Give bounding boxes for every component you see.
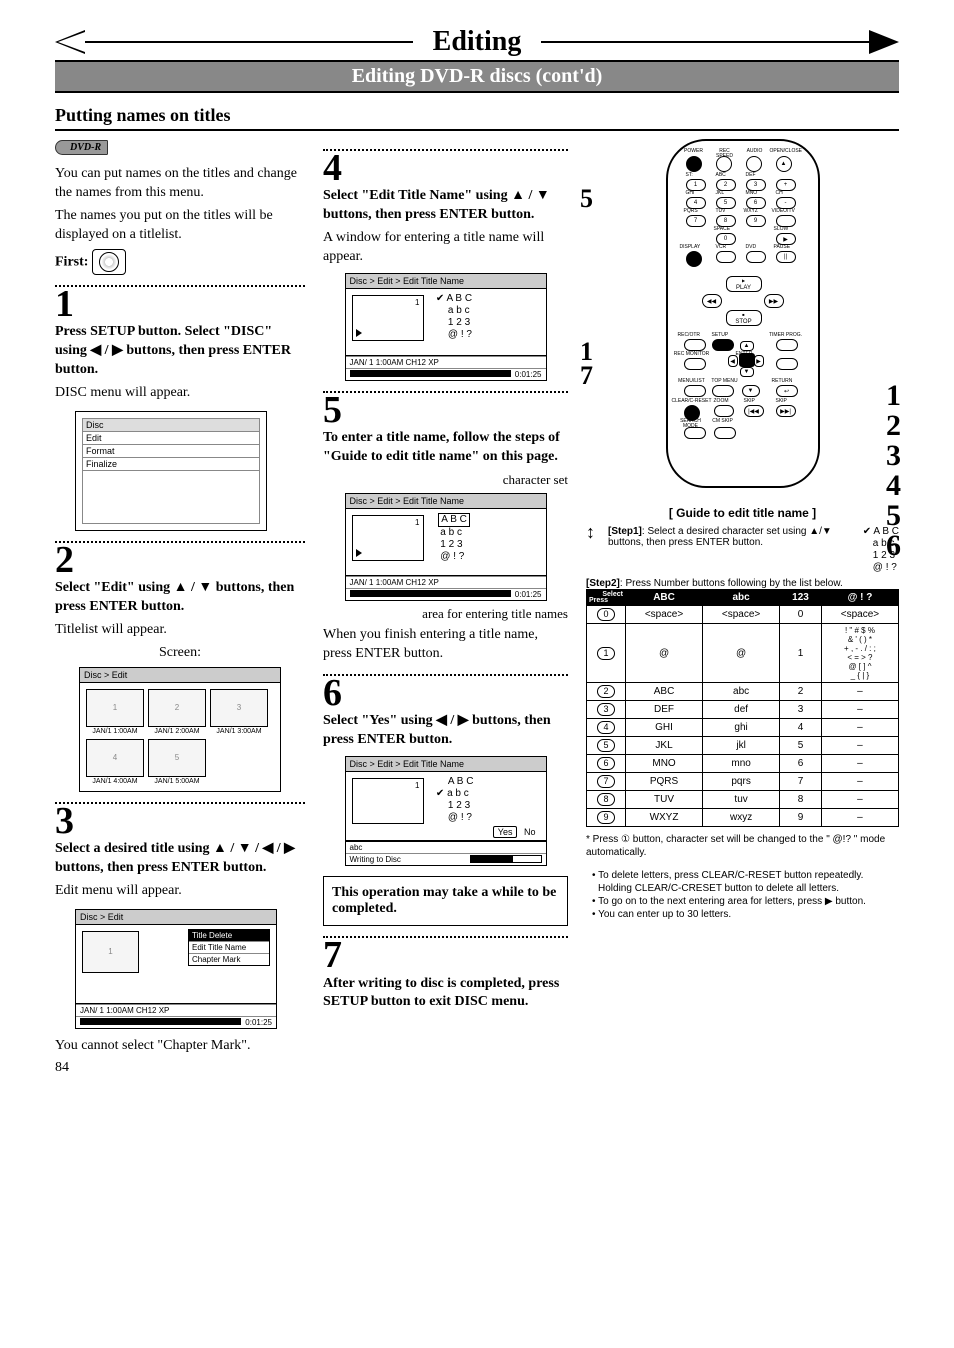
page-number: 84: [55, 1060, 69, 1075]
bullet-item: • You can enter up to 30 letters.: [598, 908, 899, 921]
step-1-follow: DISC menu will appear.: [55, 384, 305, 403]
table-row: 7PQRSpqrs7–: [587, 773, 899, 791]
step-1-number: 1: [55, 289, 305, 319]
divider: [55, 285, 305, 287]
step-6-number: 6: [323, 678, 568, 708]
yes-button[interactable]: Yes: [493, 826, 518, 838]
area-label: area for entering title names: [323, 605, 568, 623]
step-5-instruction: To enter a title name, follow the steps …: [323, 429, 568, 467]
play-icon: [356, 329, 362, 337]
table-row: 2ABCabc2–: [587, 683, 899, 701]
step-6-instruction: Select "Yes" using ◀ / ▶ buttons, then p…: [323, 712, 568, 750]
step-4-number: 4: [323, 153, 568, 183]
intro-text-1: You can put names on the titles and chan…: [55, 165, 305, 203]
edit-popup: Title Delete Edit Title Name Chapter Mar…: [188, 929, 270, 966]
step-3-note: You cannot select "Chapter Mark".: [55, 1037, 305, 1056]
edit-title-screen-1: Disc > Edit > Edit Title Name 1 ✔ A B C …: [345, 273, 547, 381]
step-1-instruction: Press SETUP button. Select "DISC" using …: [55, 323, 305, 380]
step-3-instruction: Select a desired title using ▲ / ▼ / ◀ /…: [55, 840, 305, 878]
disc-menu-header: Disc: [83, 419, 259, 432]
progress-bar: [470, 855, 542, 863]
table-row: 6MNOmno6–: [587, 755, 899, 773]
table-row: 5JKLjkl5–: [587, 737, 899, 755]
first-label: First:: [55, 254, 88, 269]
disc-icon: [92, 249, 126, 275]
menu-item: Edit: [83, 432, 259, 445]
step-3-follow: Edit menu will appear.: [55, 882, 305, 901]
callout-right: 123 456: [886, 381, 901, 561]
bullet-item: • To go on to the next entering area for…: [598, 895, 899, 908]
callout-7: 7: [580, 361, 593, 391]
step-4-follow: A window for entering a title name will …: [323, 229, 568, 267]
page-subtitle: Editing DVD-R discs (cont'd): [55, 60, 899, 93]
callout-5: 5: [580, 184, 593, 214]
menu-item: Format: [83, 445, 259, 458]
thumbnail: 3JAN/1 3:00AM: [210, 689, 268, 735]
table-row: 8TUVtuv8–: [587, 791, 899, 809]
page-title-banner: Editing: [55, 26, 899, 58]
section-heading: Putting names on titles: [55, 105, 899, 131]
edit-title-screen-2: Disc > Edit > Edit Title Name 1 A B C a …: [345, 493, 547, 601]
remote-control-diagram: POWER REC SPEED AUDIO OPEN/CLOSE ▲ ST: A…: [666, 139, 820, 488]
charset-label: character set: [323, 471, 568, 489]
thumbnail-preview: 1: [82, 931, 139, 973]
titlelist-screen: Disc > Edit 1JAN/1 1:00AM 2JAN/1 2:00AM …: [79, 667, 281, 792]
step-7-instruction: After writing to disc is completed, pres…: [323, 975, 568, 1013]
no-button[interactable]: No: [520, 827, 540, 837]
edit-menu-screen: Disc > Edit 1 Title Delete Edit Title Na…: [75, 909, 277, 1029]
thumbnail: 2JAN/1 2:00AM: [148, 689, 206, 735]
bullet-item: • To delete letters, press CLEAR/C-RESET…: [598, 869, 899, 895]
table-row: 4GHIghi4–: [587, 719, 899, 737]
table-row: 0<space><space>0<space>: [587, 606, 899, 624]
thumbnail: 5JAN/1 5:00AM: [148, 739, 206, 785]
thumbnail: 1JAN/1 1:00AM: [86, 689, 144, 735]
thumbnail: 4JAN/1 4:00AM: [86, 739, 144, 785]
menu-item: Finalize: [83, 458, 259, 471]
character-table: Select Press ABC abc 123 @ ! ? 0<space><…: [586, 589, 899, 827]
step-5-finish: When you finish entering a title name, p…: [323, 626, 568, 664]
page-title: Editing: [413, 26, 542, 58]
step-4-instruction: Select "Edit Title Name" using ▲ / ▼ but…: [323, 187, 568, 225]
intro-text-2: The names you put on the titles will be …: [55, 207, 305, 245]
step-2-number: 2: [55, 545, 305, 575]
step-3-number: 3: [55, 806, 305, 836]
guide-to-edit-title-name: [ Guide to edit title name ] ↕ [Step1]: …: [586, 506, 899, 921]
edit-title-screen-3: Disc > Edit > Edit Title Name 1 A B C ✔ …: [345, 756, 547, 866]
chevron-right-icon: [869, 30, 899, 54]
screen-caption: Screen:: [55, 644, 305, 663]
dvd-r-badge: DVD-R: [55, 140, 108, 155]
warning-box: This operation may take a while to be co…: [323, 876, 568, 926]
table-row: 3DEFdef3–: [587, 701, 899, 719]
step-2-instruction: Select "Edit" using ▲ / ▼ buttons, then …: [55, 579, 305, 617]
step-2-follow: Titlelist will appear.: [55, 621, 305, 640]
footnote: * Press ① button, character set will be …: [586, 833, 899, 859]
disc-menu-screen: Disc Edit Format Finalize: [75, 411, 267, 531]
table-row: 9WXYZwxyz9–: [587, 809, 899, 827]
preview-box: 1: [352, 295, 424, 341]
step-5-number: 5: [323, 395, 568, 425]
table-row: 1@@1! " # $ % & ' ( ) * + , - . / : ; < …: [587, 624, 899, 683]
step-7-number: 7: [323, 940, 568, 970]
